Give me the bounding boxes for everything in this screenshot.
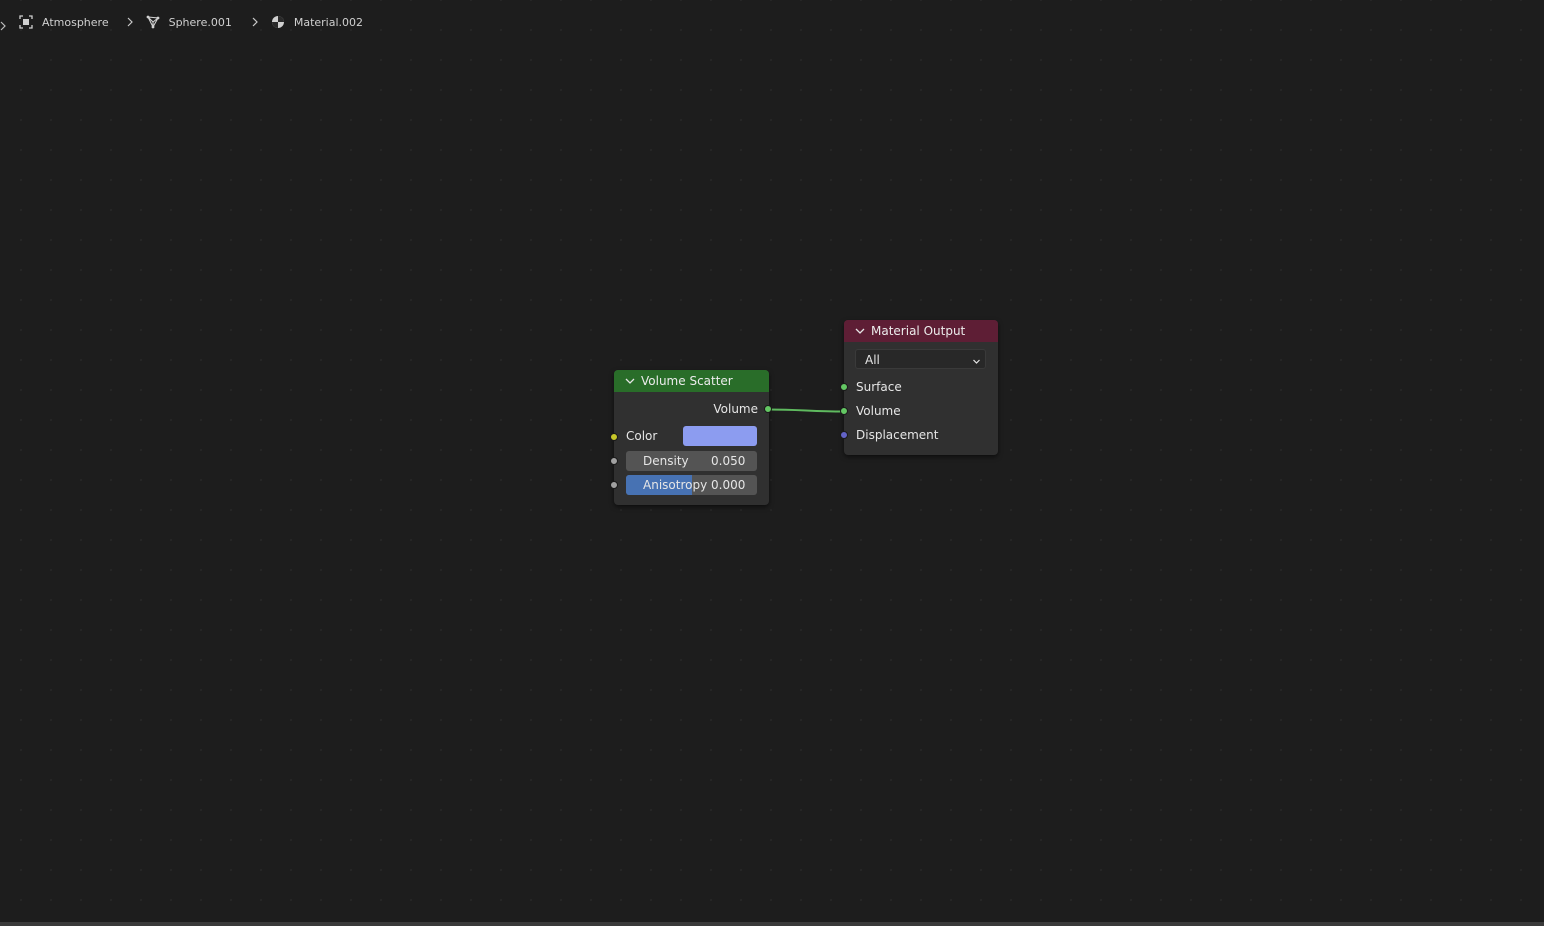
horizontal-scrollbar[interactable]	[0, 922, 1544, 926]
node-title: Volume Scatter	[641, 374, 733, 388]
output-volume-label: Volume	[713, 402, 758, 416]
node-header[interactable]: Material Output	[844, 320, 998, 342]
target-selected: All	[865, 353, 880, 367]
displacement-input-socket[interactable]	[840, 431, 848, 439]
color-swatch[interactable]	[683, 426, 757, 446]
node-link[interactable]	[0, 0, 1544, 926]
surface-label: Surface	[856, 380, 902, 394]
anisotropy-field[interactable]: Anisotropy 0.000	[626, 475, 757, 495]
color-label: Color	[626, 429, 658, 443]
volume-input-socket[interactable]	[840, 407, 848, 415]
density-field[interactable]: Density 0.050	[626, 451, 757, 471]
volume-output-socket[interactable]	[764, 405, 772, 413]
density-value: 0.050	[711, 454, 746, 468]
anisotropy-value: 0.000	[711, 478, 746, 492]
volume-scatter-node[interactable]: Volume Scatter Volume Color Density 0.05…	[614, 370, 769, 505]
displacement-label: Displacement	[856, 428, 939, 442]
color-input-socket[interactable]	[610, 433, 618, 441]
material-output-node[interactable]: Material Output All Surface Volume Displ…	[844, 320, 998, 455]
density-label: Density	[643, 454, 689, 468]
chevron-down-icon[interactable]	[624, 375, 636, 387]
chevron-down-icon	[972, 355, 981, 369]
volume-label: Volume	[856, 404, 901, 418]
anisotropy-input-socket[interactable]	[610, 481, 618, 489]
node-title: Material Output	[871, 324, 966, 338]
anisotropy-label: Anisotropy	[643, 478, 708, 492]
node-header[interactable]: Volume Scatter	[614, 370, 769, 392]
density-input-socket[interactable]	[610, 457, 618, 465]
target-dropdown[interactable]: All	[855, 349, 986, 369]
chevron-down-icon[interactable]	[854, 325, 866, 337]
surface-input-socket[interactable]	[840, 383, 848, 391]
